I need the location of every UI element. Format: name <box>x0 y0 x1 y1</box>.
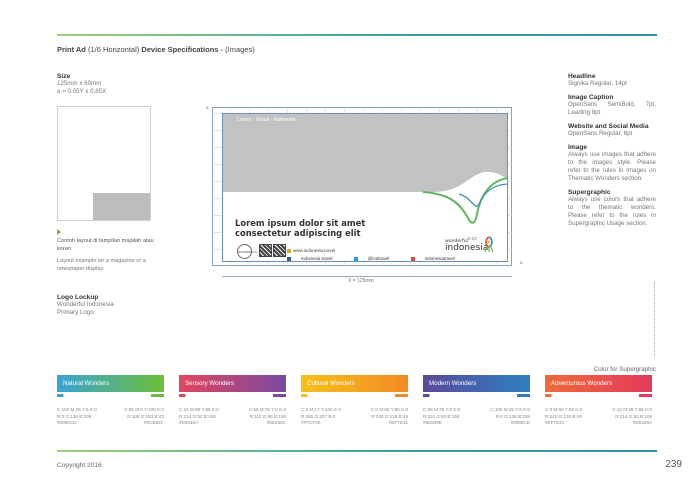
top-rule <box>57 34 657 36</box>
dotted-divider <box>654 282 655 358</box>
caption-arrow-icon <box>57 229 61 235</box>
googleplus-icon <box>410 256 415 261</box>
swatch-underline <box>545 394 652 397</box>
logo-lockup-type: Primary Logo <box>57 309 94 316</box>
bottom-rule <box>57 450 657 452</box>
page-number: 239 <box>665 459 682 470</box>
googleplus-handle: indonesiatravel <box>410 256 465 261</box>
supergraphic-swatch: Natural Wonders <box>57 375 164 392</box>
spec-label: Image <box>568 144 588 151</box>
spec-label: Supergraphic <box>568 189 611 196</box>
logo-lockup-label: Logo Lockup <box>57 294 99 301</box>
googleplus-text: indonesiatravel <box>424 256 455 261</box>
ad-placement-thumbnail <box>93 193 150 220</box>
facebook-icon <box>287 256 291 261</box>
swatch-color-right: C:0 M:60 Y:85 K:0 R:240 G:126 B:49 #EF7E31 <box>370 407 408 425</box>
supergraphic-swatch: Adventurous Wonders <box>545 375 652 392</box>
magazine-page-thumbnail <box>57 106 151 221</box>
swatch-underline <box>423 394 530 397</box>
ad-headline-line-1: Lorem ipsum dolor sit amet <box>235 218 366 228</box>
ad-website-text: www.indonesia.travel <box>293 248 336 253</box>
layout-caption-id: Contoh layout di tampilan majalah atau k… <box>57 238 154 252</box>
ad-headline-line-2: consectetur adipiscing elit <box>235 228 361 238</box>
dim-a-right: a <box>520 260 523 265</box>
twitter-text: @indtravel <box>367 256 390 261</box>
layout-caption-en: Layout example on a magazine or a newspa… <box>57 258 146 272</box>
copyright: Copyright 2016 <box>57 462 102 469</box>
size-block: Size 125mm x 60mm a = 0.05Y x 0.85X <box>57 73 106 96</box>
supergraphic-title: Color for Supergraphic <box>593 366 656 373</box>
logo-lockup-block: Logo Lockup Wonderful Indonesia Primary … <box>57 294 114 317</box>
swatch-color-right: C:100 M:25 Y:6 K:0 R:0 G:136 B:205 #0088CD <box>490 407 530 425</box>
twitter-icon <box>353 256 358 261</box>
swatch-color-right: C:12 M:89 Y:56 K:0 R:214 G:52 B:106 #D5346… <box>612 407 652 425</box>
size-label: Size <box>57 73 71 80</box>
ad-website: www.indonesia.travel <box>287 248 335 253</box>
swatch-underline <box>57 394 164 397</box>
supergraphic-swatch: Sensory Wonders <box>179 375 286 392</box>
ad-headline: Lorem ipsum dolor sit amet consectetur a… <box>235 218 365 238</box>
spec-value: Always use images that adhere to the ima… <box>568 151 656 182</box>
page-title: Print Ad (1/6 Horizontal) Device Specifi… <box>57 45 255 54</box>
spec-image-caption: Image Caption OpenSans SemiBold, 7pt, Le… <box>568 94 656 117</box>
dim-a-top: a <box>206 105 209 110</box>
swatch-color-right: C:68 M:75 Y:0 K:0 R:110 G:86 B:156 #6E569C <box>248 407 286 425</box>
spec-value: OpenSans Regular, 6pt <box>568 130 633 137</box>
facebook-handle: indonesia.travel <box>287 256 343 261</box>
qr-code-1 <box>259 244 272 257</box>
spec-label: Image Caption <box>568 94 614 101</box>
qr-code-2 <box>273 244 286 257</box>
swatch-color-left: C:100 M:25 Y:6 K:0 R:0 G:136 B:205 #0088CD <box>57 407 97 425</box>
swatch-color-left: C:69 M:75 Y:0 K:0 R:110 G:80 B:158 #6E509E <box>423 407 461 425</box>
spec-website-social: Website and Social Media OpenSans Regula… <box>568 123 656 138</box>
spec-value: OpenSans SemiBold, 7pt, Leading 8pt <box>568 101 656 116</box>
spec-label: Headline <box>568 73 596 80</box>
facebook-text: indonesia.travel <box>301 256 333 261</box>
wonderful-badge: WONDERFUL <box>237 244 257 259</box>
web-icon <box>287 248 291 253</box>
swatch-color-left: C:12 M:89 Y:56 K:0 R:214 G:52 B:106 #D5346… <box>179 407 219 425</box>
spec-list: Headline Signika Regular, 14pt Image Cap… <box>568 73 656 234</box>
spec-value: Always use colors that adhere to the the… <box>568 196 656 227</box>
ad-artboard: Lorem - Visual - Indonesia Lorem ipsum d… <box>222 113 508 262</box>
supergraphic-swatch: Modern Wonders <box>423 375 530 392</box>
spec-label: Website and Social Media <box>568 123 649 130</box>
swatch-color-left: C:0 M:60 Y:85 K:0 R:240 G:126 B:49 #EF7E31 <box>545 407 583 425</box>
twitter-handle: @indtravel <box>353 256 400 261</box>
swatch-underline <box>179 394 286 397</box>
size-formula: a = 0.05Y x 0.85X <box>57 88 107 95</box>
spec-image: Image Always use images that adhere to t… <box>568 144 656 183</box>
swatch-underline <box>301 394 408 397</box>
ad-social-row: indonesia.travel @indtravel indonesiatra… <box>287 256 475 261</box>
spec-headline: Headline Signika Regular, 14pt <box>568 73 656 88</box>
spec-supergraphic: Supergraphic Always use colors that adhe… <box>568 189 656 228</box>
dim-02x: 0.2X <box>468 236 478 241</box>
logo-lockup-name: Wonderful Indonesia <box>57 301 114 308</box>
width-dimension-line <box>222 276 512 277</box>
garuda-logo-icon <box>484 236 494 253</box>
swatch-color-left: C:0 M:17 Y:100 K:0 R:255 G:207 B:0 #FFCF00 <box>301 407 341 425</box>
supergraphic-swatch: Cultural Wonders <box>301 375 408 392</box>
spec-value: Signika Regular, 14pt <box>568 80 627 87</box>
size-dimensions: 125mm x 60mm <box>57 80 102 87</box>
width-dimension-label: X = 125mm <box>348 278 374 284</box>
swatch-color-right: C:65 M:0 Y:100 K:0 R:108 G:183 B:43 #6CB82… <box>124 407 164 425</box>
